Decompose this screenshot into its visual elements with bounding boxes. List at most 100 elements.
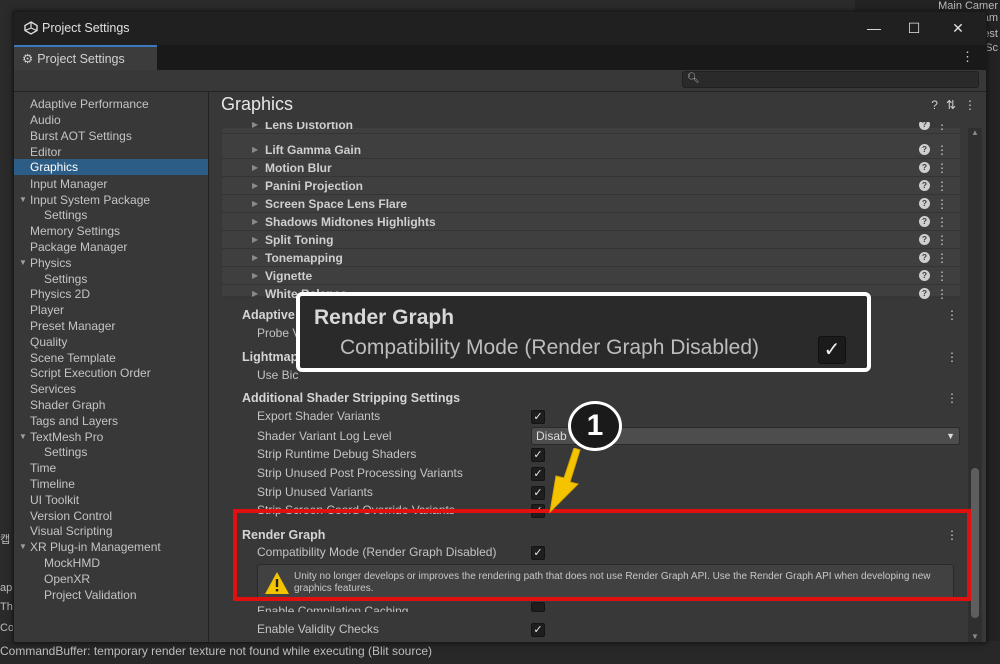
sidebar-item-version-control[interactable]: Version Control <box>14 508 208 524</box>
sidebar-item-xr-plugin-management[interactable]: ▼ XR Plug-in Management <box>14 539 208 555</box>
effect-row[interactable]: ▶ Shadows Midtones Highlights? ⋮ <box>222 213 960 231</box>
background-text: Co <box>0 622 15 634</box>
sidebar-item-services[interactable]: Services <box>14 381 208 397</box>
sidebar-item-textmesh-settings[interactable]: Settings <box>14 444 208 460</box>
help-icon[interactable]: ? <box>919 180 930 191</box>
sidebar-item-preset-manager[interactable]: Preset Manager <box>14 318 208 334</box>
sidebar-item-editor[interactable]: Editor <box>14 144 208 160</box>
help-icon[interactable]: ? <box>919 122 930 130</box>
expand-arrow-icon: ▶ <box>252 271 259 280</box>
help-icon[interactable]: ? <box>919 198 930 209</box>
sidebar-item-graphics[interactable]: Graphics <box>14 159 208 175</box>
help-icon[interactable]: ? <box>919 270 930 281</box>
sidebar-item-package-manager[interactable]: Package Manager <box>14 239 208 255</box>
console-status-line[interactable]: CommandBuffer: temporary render texture … <box>0 641 1000 664</box>
more-menu-icon[interactable]: ⋮ <box>936 195 948 213</box>
search-input[interactable]: 🔍︎ <box>682 71 979 88</box>
expand-arrow-icon[interactable]: ▼ <box>19 255 27 271</box>
help-icon[interactable]: ? <box>919 288 930 299</box>
more-menu-icon[interactable]: ⋮ <box>964 98 976 112</box>
sidebar-item-project-validation[interactable]: Project Validation <box>14 587 208 603</box>
section-lightmap[interactable]: Lightmap <box>242 350 298 364</box>
lightmap-sub-label: Use Bic <box>257 368 299 382</box>
effect-row[interactable]: ▶ Motion Blur? ⋮ <box>222 159 960 177</box>
expand-arrow-icon[interactable]: ▼ <box>19 192 27 208</box>
sidebar-item-burst-aot-settings[interactable]: Burst AOT Settings <box>14 128 208 144</box>
export-shader-variants-checkbox[interactable]: ✓ <box>531 410 545 424</box>
sidebar-item-audio[interactable]: Audio <box>14 112 208 128</box>
sidebar-item-visual-scripting[interactable]: Visual Scripting <box>14 523 208 539</box>
effect-label: Vignette <box>265 269 313 283</box>
sidebar-item-timeline[interactable]: Timeline <box>14 476 208 492</box>
expand-arrow-icon[interactable]: ▼ <box>19 539 27 555</box>
sidebar-item-shader-graph[interactable]: Shader Graph <box>14 397 208 413</box>
sidebar-item-physics[interactable]: ▼ Physics <box>14 255 208 271</box>
more-menu-icon[interactable]: ⋮ <box>936 122 948 133</box>
sidebar-item-tags-and-layers[interactable]: Tags and Layers <box>14 413 208 429</box>
compilation-caching-checkbox[interactable] <box>531 602 545 612</box>
sidebar-item-time[interactable]: Time <box>14 460 208 476</box>
maximize-button[interactable]: ☐ <box>894 16 934 40</box>
help-icon[interactable]: ? <box>919 144 930 155</box>
sidebar-item-input-manager[interactable]: Input Manager <box>14 176 208 192</box>
sidebar-item-player[interactable]: Player <box>14 302 208 318</box>
validity-checks-checkbox[interactable]: ✓ <box>531 623 545 637</box>
effect-row[interactable]: ▶ Split Toning? ⋮ <box>222 231 960 249</box>
zoom-callout: Render Graph Compatibility Mode (Render … <box>296 292 871 372</box>
page-title: Graphics <box>221 94 294 114</box>
effect-row[interactable]: ▶ Panini Projection? ⋮ <box>222 177 960 195</box>
help-icon[interactable]: ? <box>919 216 930 227</box>
close-button[interactable]: ✕ <box>938 16 978 40</box>
background-text: ap <box>0 582 13 594</box>
effect-row[interactable]: ▶ Lens Distortion? ⋮ <box>222 122 960 134</box>
sidebar-item-ui-toolkit[interactable]: UI Toolkit <box>14 492 208 508</box>
effect-row[interactable]: ▶ Screen Space Lens Flare? ⋮ <box>222 195 960 213</box>
window-title: Project Settings <box>42 21 130 35</box>
sidebar-item-memory-settings[interactable]: Memory Settings <box>14 223 208 239</box>
more-menu-icon[interactable]: ⋮ <box>946 350 958 364</box>
sidebar-item-mockhmd[interactable]: MockHMD <box>14 555 208 571</box>
sidebar-item-adaptive-performance[interactable]: Adaptive Performance <box>14 96 208 112</box>
more-menu-icon[interactable]: ⋮ <box>936 285 948 303</box>
sidebar-item-script-execution-order[interactable]: Script Execution Order <box>14 365 208 381</box>
sidebar-item-openxr[interactable]: OpenXR <box>14 571 208 587</box>
help-icon[interactable]: ? <box>919 162 930 173</box>
more-menu-icon[interactable]: ⋮ <box>936 213 948 231</box>
sidebar-item-scene-template[interactable]: Scene Template <box>14 350 208 366</box>
section-adaptive[interactable]: Adaptive <box>242 308 295 322</box>
field-label: Strip Unused Post Processing Variants <box>257 466 463 480</box>
preset-icon[interactable]: ⇅ <box>946 98 956 112</box>
more-menu-icon[interactable]: ⋮ <box>936 249 948 267</box>
help-icon[interactable]: ? <box>919 234 930 245</box>
sidebar-item-input-system-package[interactable]: ▼ Input System Package <box>14 192 208 208</box>
sidebar-item-input-system-settings[interactable]: Settings <box>14 207 208 223</box>
help-icon[interactable]: ? <box>931 98 938 112</box>
sidebar-item-physics-2d[interactable]: Physics 2D <box>14 286 208 302</box>
help-icon[interactable]: ? <box>919 252 930 263</box>
section-shader-stripping[interactable]: Additional Shader Stripping Settings <box>242 391 460 405</box>
more-menu-icon[interactable]: ⋮ <box>946 391 958 405</box>
minimize-button[interactable]: — <box>854 16 894 40</box>
field-label: Export Shader Variants <box>257 409 381 423</box>
effect-row[interactable]: ▶ Vignette? ⋮ <box>222 267 960 285</box>
sidebar-item-textmesh-pro[interactable]: ▼ TextMesh Pro <box>14 429 208 445</box>
tab-label: Project Settings <box>37 52 125 66</box>
scroll-down-icon[interactable]: ▼ <box>971 632 979 641</box>
scrollbar-thumb[interactable] <box>971 468 979 618</box>
title-bar[interactable]: Project Settings — ☐ ✕ <box>14 12 986 45</box>
sidebar-item-quality[interactable]: Quality <box>14 334 208 350</box>
effect-row[interactable]: ▶ Lift Gamma Gain? ⋮ <box>222 141 960 159</box>
gear-icon: ⚙ <box>22 52 34 66</box>
more-menu-icon[interactable]: ⋮ <box>936 177 948 195</box>
sidebar-item-physics-settings[interactable]: Settings <box>14 271 208 287</box>
more-menu-icon[interactable]: ⋮ <box>936 141 948 159</box>
scroll-up-icon[interactable]: ▲ <box>971 128 979 137</box>
more-menu-icon[interactable]: ⋮ <box>936 159 948 177</box>
more-menu-icon[interactable]: ⋮ <box>936 267 948 285</box>
more-menu-icon[interactable]: ⋮ <box>936 231 948 249</box>
expand-arrow-icon[interactable]: ▼ <box>19 429 27 445</box>
tab-project-settings[interactable]: ⚙ Project Settings <box>14 45 157 70</box>
effect-row[interactable]: ▶ Tonemapping? ⋮ <box>222 249 960 267</box>
more-menu-icon[interactable]: ⋮ <box>946 308 958 322</box>
tab-menu-icon[interactable]: ⋮ <box>961 49 974 65</box>
